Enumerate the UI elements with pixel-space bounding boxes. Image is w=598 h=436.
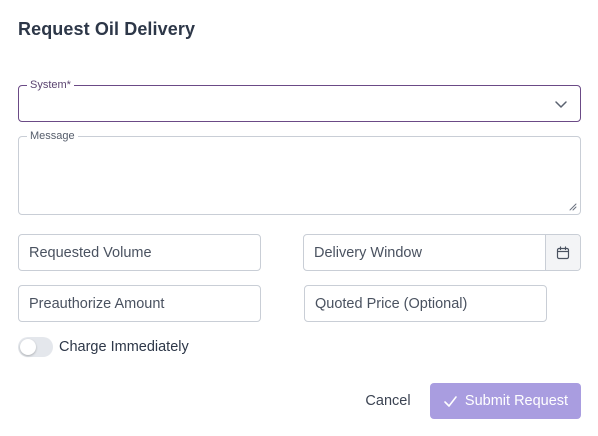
- submit-request-label: Submit Request: [464, 393, 569, 409]
- system-select[interactable]: System*: [18, 78, 581, 122]
- resize-grip-icon[interactable]: [569, 203, 577, 211]
- charge-immediately-label[interactable]: Charge Immediately: [59, 339, 189, 355]
- cancel-button[interactable]: Cancel: [356, 384, 420, 418]
- system-label: System*: [27, 78, 74, 92]
- dialog-title: Request Oil Delivery: [18, 19, 196, 39]
- charge-immediately-toggle[interactable]: [18, 337, 53, 357]
- message-textarea[interactable]: Message: [18, 129, 581, 215]
- charge-immediately-row: Charge Immediately: [18, 337, 189, 357]
- toggle-knob: [20, 339, 36, 355]
- chevron-down-icon[interactable]: [554, 97, 568, 111]
- delivery-window-placeholder: Delivery Window: [314, 244, 422, 261]
- request-oil-delivery-dialog: Request Oil Delivery System* Message Req…: [0, 0, 598, 436]
- calendar-icon: [556, 245, 570, 259]
- message-label: Message: [27, 129, 78, 143]
- check-icon: [444, 395, 457, 407]
- calendar-button[interactable]: [545, 235, 580, 270]
- preauthorize-amount-placeholder: Preauthorize Amount: [29, 295, 165, 312]
- quoted-price-placeholder: Quoted Price (Optional): [315, 295, 468, 312]
- requested-volume-input[interactable]: Requested Volume: [18, 234, 261, 271]
- delivery-window-input[interactable]: Delivery Window: [303, 234, 581, 271]
- quoted-price-input[interactable]: Quoted Price (Optional): [304, 285, 547, 322]
- requested-volume-placeholder: Requested Volume: [29, 244, 152, 261]
- submit-request-button[interactable]: Submit Request: [430, 383, 581, 419]
- preauthorize-amount-input[interactable]: Preauthorize Amount: [18, 285, 261, 322]
